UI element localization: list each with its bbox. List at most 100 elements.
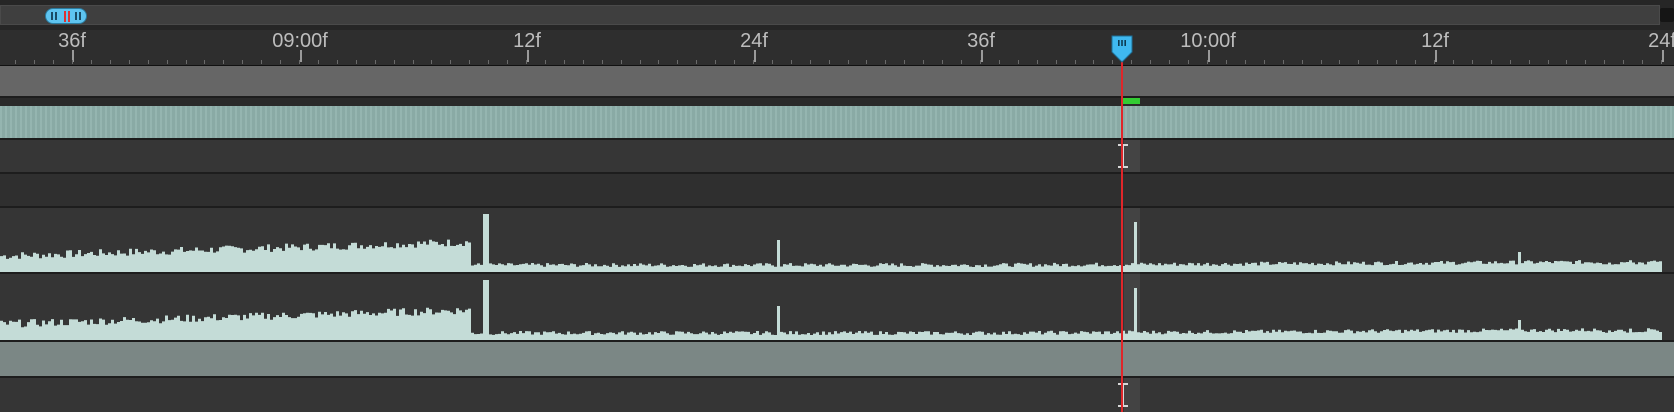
ruler-minor-tick xyxy=(923,60,924,64)
ruler-minor-tick xyxy=(1075,60,1076,64)
ruler-minor-tick xyxy=(1453,60,1454,64)
ruler-minor-tick xyxy=(148,60,149,64)
ruler-minor-tick xyxy=(564,60,565,64)
ruler-label: 09:00f xyxy=(272,30,328,52)
ruler-minor-tick xyxy=(1226,60,1227,64)
ruler-minor-tick xyxy=(1566,60,1567,64)
ruler-minor-tick xyxy=(375,60,376,64)
ibeam-cursor-icon xyxy=(1118,383,1128,407)
ruler-minor-tick xyxy=(1604,60,1605,64)
zoom-scroll-track[interactable] xyxy=(0,5,1660,25)
ruler-minor-tick xyxy=(772,60,773,64)
ruler-minor-tick xyxy=(1491,60,1492,64)
ruler-label: 10:00f xyxy=(1180,30,1236,52)
ruler-minor-tick xyxy=(261,60,262,64)
empty-track[interactable] xyxy=(0,140,1674,172)
empty-track[interactable] xyxy=(0,378,1674,412)
ruler-minor-tick xyxy=(450,60,451,64)
ruler-minor-tick xyxy=(1585,60,1586,64)
time-ruler[interactable]: 36f 09:00f 12f 24f 36f 10:00f 12f 24f xyxy=(0,30,1674,66)
ruler-minor-tick xyxy=(1093,60,1094,64)
ruler-minor-tick xyxy=(526,60,527,64)
clip-band[interactable] xyxy=(0,342,1674,376)
ruler-minor-tick xyxy=(1472,60,1473,64)
playhead-line[interactable] xyxy=(1121,56,1123,412)
ruler-minor-tick xyxy=(167,60,168,64)
ruler-minor-tick xyxy=(1358,60,1359,64)
ruler-minor-tick xyxy=(602,60,603,64)
ruler-minor-tick xyxy=(1642,60,1643,64)
ruler-minor-tick xyxy=(1321,60,1322,64)
ruler-minor-tick xyxy=(337,60,338,64)
ruler-minor-tick xyxy=(1510,60,1511,64)
ruler-minor-tick xyxy=(110,60,111,64)
timeline-navigator xyxy=(0,0,1674,30)
ruler-minor-tick xyxy=(829,60,830,64)
ruler-minor-tick xyxy=(1339,60,1340,64)
ruler-minor-tick xyxy=(696,60,697,64)
ruler-minor-tick xyxy=(1283,60,1284,64)
audio-clip-left-channel[interactable] xyxy=(0,208,1674,272)
ruler-minor-tick xyxy=(1623,60,1624,64)
ruler-minor-tick xyxy=(223,60,224,64)
empty-track[interactable] xyxy=(0,174,1674,206)
ruler-tick xyxy=(300,50,302,62)
ruler-minor-tick xyxy=(186,60,187,64)
ruler-minor-tick xyxy=(866,60,867,64)
playhead-indicator xyxy=(68,11,70,22)
audio-clip-right-channel[interactable] xyxy=(0,274,1674,340)
ruler-minor-tick xyxy=(810,60,811,64)
zoom-scroll-thumb[interactable] xyxy=(45,8,87,24)
ruler-minor-tick xyxy=(1302,60,1303,64)
ruler-label: 36f xyxy=(967,30,995,52)
ruler-minor-tick xyxy=(413,60,414,64)
video-clip[interactable] xyxy=(0,106,1674,138)
ruler-minor-tick xyxy=(318,60,319,64)
ruler-minor-tick xyxy=(848,60,849,64)
ruler-minor-tick xyxy=(904,60,905,64)
ruler-minor-tick xyxy=(1188,60,1189,64)
ruler-minor-tick xyxy=(715,60,716,64)
ruler-minor-tick xyxy=(15,60,16,64)
audio-waveform xyxy=(0,280,1662,340)
ruler-minor-tick xyxy=(942,60,943,64)
ruler-minor-tick xyxy=(1529,60,1530,64)
ruler-minor-tick xyxy=(734,60,735,64)
ruler-minor-tick xyxy=(1037,60,1038,64)
ruler-minor-tick xyxy=(356,60,357,64)
playhead-marker-icon[interactable] xyxy=(1111,35,1133,63)
ruler-minor-tick xyxy=(621,60,622,64)
video-track-header-band[interactable] xyxy=(0,66,1674,98)
ruler-label: 36f xyxy=(58,30,86,52)
ruler-minor-tick xyxy=(242,60,243,64)
scroll-track-end xyxy=(1660,8,1674,22)
ruler-label: 12f xyxy=(513,30,541,52)
grip-right-icon[interactable] xyxy=(79,12,81,20)
grip-left-icon[interactable] xyxy=(51,12,53,20)
ruler-minor-tick xyxy=(394,60,395,64)
ruler-minor-tick xyxy=(658,60,659,64)
ruler-tick xyxy=(1208,50,1210,62)
ruler-label: 24f xyxy=(1648,30,1674,52)
ruler-minor-tick xyxy=(204,60,205,64)
ruler-minor-tick xyxy=(1548,60,1549,64)
ruler-tick xyxy=(981,50,983,62)
grip-left-icon[interactable] xyxy=(55,12,57,20)
ruler-minor-tick xyxy=(53,60,54,64)
ruler-minor-tick xyxy=(280,60,281,64)
ruler-minor-tick xyxy=(91,60,92,64)
ruler-minor-tick xyxy=(961,60,962,64)
ruler-minor-tick xyxy=(753,60,754,64)
ruler-label: 12f xyxy=(1421,30,1449,52)
ruler-minor-tick xyxy=(1377,60,1378,64)
ruler-minor-tick xyxy=(583,60,584,64)
ruler-minor-tick xyxy=(980,60,981,64)
grip-right-icon[interactable] xyxy=(75,12,77,20)
ruler-minor-tick xyxy=(488,60,489,64)
playhead-indicator xyxy=(64,11,66,22)
track-divider xyxy=(0,96,1674,98)
ruler-minor-tick xyxy=(885,60,886,64)
ruler-minor-tick xyxy=(34,60,35,64)
ruler-minor-tick xyxy=(1396,60,1397,64)
ruler-minor-tick xyxy=(1434,60,1435,64)
